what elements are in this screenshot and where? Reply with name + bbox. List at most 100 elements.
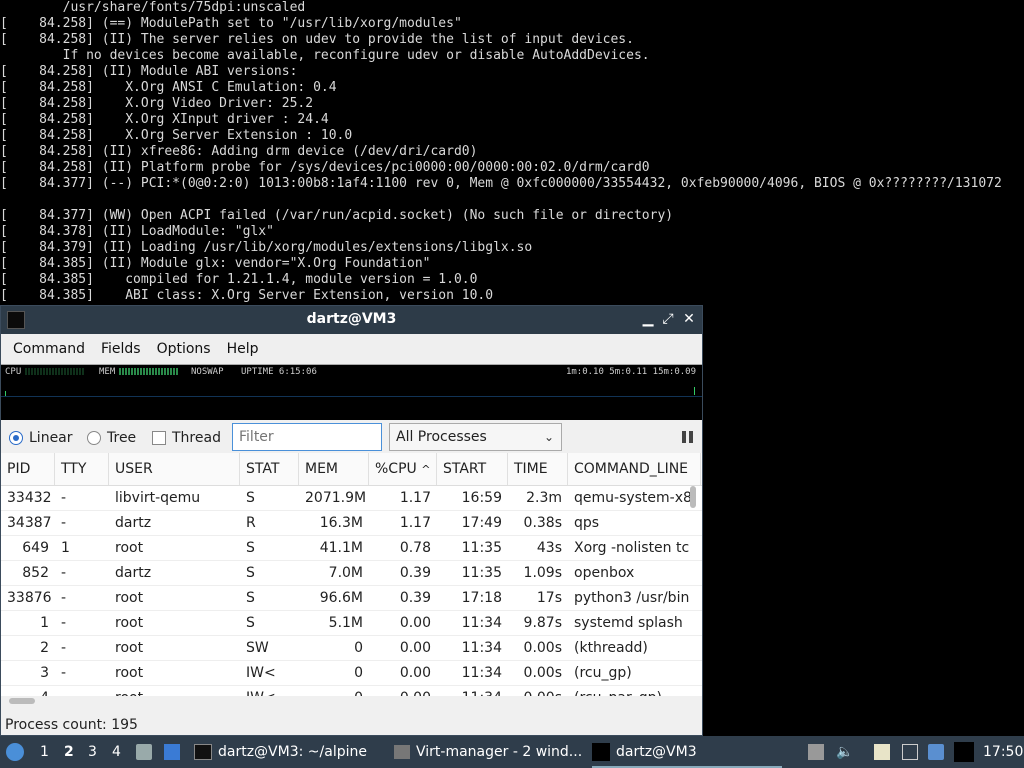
window-titlebar[interactable]: dartz@VM3 ▁ ⤢ ✕ [1, 306, 702, 334]
column-pid[interactable]: PID [1, 453, 55, 485]
cell-tty: - [61, 665, 67, 681]
terminal-icon [592, 743, 610, 761]
linear-radio[interactable] [9, 431, 23, 445]
cell-time: 0.38s [523, 515, 562, 531]
close-icon[interactable]: ✕ [680, 310, 698, 328]
terminal-line: [ 84.258] X.Org Video Driver: 25.2 [0, 96, 314, 111]
clipboard-icon[interactable] [808, 744, 824, 760]
workspace-4[interactable]: 4 [112, 736, 121, 768]
show-desktop-icon[interactable] [164, 744, 180, 760]
tree-radio[interactable] [87, 431, 101, 445]
thread-label: Thread [172, 430, 221, 446]
cell-tty: - [61, 565, 67, 581]
cell-cmd: (rcu_gp) [574, 665, 632, 681]
cell-stat: S [246, 590, 255, 606]
task-qps-window[interactable]: dartz@VM3 [592, 738, 782, 768]
task-terminal-alpine[interactable]: dartz@VM3: ~/alpine [194, 738, 384, 766]
workspace-3[interactable]: 3 [88, 736, 97, 768]
cell-stat: SW [246, 640, 269, 656]
start-menu-icon[interactable] [6, 743, 24, 761]
column-user[interactable]: USER [109, 453, 240, 485]
cell-cpu: 0.39 [399, 565, 431, 581]
workspace-2[interactable]: 2 [64, 736, 74, 768]
thread-checkbox[interactable] [152, 431, 166, 445]
thread-option[interactable]: Thread [152, 430, 221, 446]
uptime-label: UPTIME 6:15:06 [241, 367, 317, 377]
column-tty[interactable]: TTY [55, 453, 109, 485]
minimize-icon[interactable]: ▁ [639, 310, 657, 328]
terminal-line: [ 84.258] (II) The server relies on udev… [0, 32, 634, 47]
volume-icon[interactable]: 🔈 [836, 744, 853, 760]
menu-options[interactable]: Options [149, 341, 219, 357]
linear-option[interactable]: Linear [9, 430, 73, 446]
cell-cmd: python3 /usr/bin [574, 590, 690, 606]
menu-fields[interactable]: Fields [93, 341, 149, 357]
table-row[interactable]: 852- dartz S 7.0M 0.39 11:35 1.09s openbox [1, 561, 702, 586]
cell-cpu: 0.78 [399, 540, 431, 556]
table-row[interactable]: 649 1 root S 41.1M 0.78 11:35 43s Xorg -nolisten… [1, 536, 702, 561]
maximize-icon[interactable]: ⤢ [659, 310, 677, 328]
cell-user: libvirt-qemu [115, 490, 201, 506]
process-filter-select[interactable]: All Processes ⌄ [389, 423, 562, 451]
table-header: PID TTY USER STAT MEM %CPU ^ START TIME … [1, 453, 702, 486]
file-manager-icon[interactable] [136, 744, 152, 760]
table-row[interactable]: 3- root IW< 0 0.00 11:34 0.00s (rcu_gp) [1, 661, 702, 686]
column-start[interactable]: START [437, 453, 508, 485]
clock[interactable]: 17:50 [983, 736, 1023, 768]
menu-command[interactable]: Command [5, 341, 93, 357]
cell-cpu: 0.00 [399, 640, 431, 656]
cell-start: 11:34 [461, 665, 502, 681]
column-cpu[interactable]: %CPU ^ [369, 453, 437, 485]
system-graph-panel[interactable]: CPU MEM NOSWAP UPTIME 6:15:06 1m:0.10 5m… [1, 364, 702, 420]
window-title: dartz@VM3 [306, 311, 397, 327]
cell-mem: 41.1M [319, 540, 363, 556]
horizontal-scrollbar[interactable] [9, 698, 35, 704]
table-row[interactable]: 4-rootIW<00.0011:340.00s(rcu_par_gp) [1, 686, 702, 696]
cell-user: root [115, 665, 144, 681]
cell-time: 0.00s [523, 640, 562, 656]
cell-stat: S [246, 540, 255, 556]
table-row[interactable]: 34387- dartz R 16.3M 1.17 17:49 0.38s qps [1, 511, 702, 536]
column-command-line[interactable]: COMMAND_LINE [568, 453, 701, 485]
task-virt-manager[interactable]: Virt-manager - 2 wind... [394, 738, 584, 766]
terminal-output: /usr/share/fonts/75dpi:unscaled[ 84.258]… [0, 0, 1024, 306]
column-time[interactable]: TIME [508, 453, 568, 485]
terminal-line: [ 84.377] (WW) Open ACPI failed (/var/ru… [0, 208, 674, 223]
table-row[interactable]: 33432- libvirt-qemu S 2071.9M 1.17 16:59 2.3m q… [1, 486, 702, 511]
cpu-bar [25, 368, 85, 375]
virt-manager-icon [394, 745, 410, 759]
table-row[interactable]: 33876- root S 96.6M 0.39 17:18 17s python3 /usr… [1, 586, 702, 611]
table-row[interactable]: 2- root SW 0 0.00 11:34 0.00s (kthreadd) [1, 636, 702, 661]
cell-pid: 2 [40, 640, 49, 656]
column-mem[interactable]: MEM [299, 453, 369, 485]
pause-icon[interactable] [682, 431, 694, 443]
cell-user: root [115, 590, 144, 606]
swap-label: NOSWAP [191, 367, 224, 377]
cell-start: 11:34 [461, 615, 502, 631]
chevron-down-icon: ⌄ [543, 430, 554, 444]
table-body: 33432- libvirt-qemu S 2071.9M 1.17 16:59 2.3m q… [1, 486, 702, 696]
cell-mem: 0 [299, 686, 369, 696]
notes-icon[interactable] [874, 744, 890, 760]
workspace-1[interactable]: 1 [40, 736, 49, 768]
menu-help[interactable]: Help [219, 341, 267, 357]
filter-input[interactable] [232, 423, 382, 451]
terminal-line: [ 84.385] (II) Module glx: vendor="X.Org… [0, 256, 431, 271]
update-icon[interactable] [928, 744, 944, 760]
table-row[interactable]: 1- root S 5.1M 0.00 11:34 9.87s systemd splash [1, 611, 702, 636]
column-stat[interactable]: STAT [240, 453, 299, 485]
terminal-line: [ 84.258] X.Org ANSI C Emulation: 0.4 [0, 80, 337, 95]
mem-bar [119, 368, 179, 375]
column-cpu-label: %CPU [375, 461, 417, 477]
cell-time: 9.87s [523, 615, 562, 631]
cell-start: 11:35 [461, 565, 502, 581]
task-label: dartz@VM3 [616, 744, 697, 760]
cell-stat: S [246, 565, 255, 581]
cell-pid: 3 [40, 665, 49, 681]
cell-pid: 4 [1, 686, 55, 696]
tray-window-icon[interactable] [954, 742, 974, 762]
tree-option[interactable]: Tree [87, 430, 136, 446]
network-icon[interactable] [902, 744, 918, 760]
vertical-scrollbar[interactable] [690, 486, 696, 508]
linear-label: Linear [29, 430, 73, 446]
